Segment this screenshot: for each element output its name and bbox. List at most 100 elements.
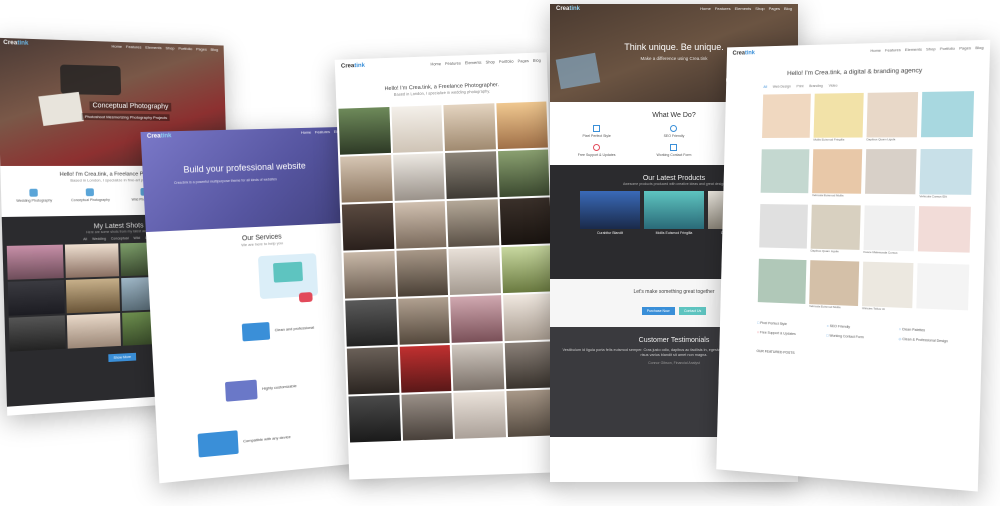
show-more-button[interactable]: Show More xyxy=(108,353,136,362)
shot-tile[interactable] xyxy=(66,313,121,349)
nav-item-elements[interactable]: Elements xyxy=(735,6,752,11)
portfolio-item[interactable] xyxy=(759,204,808,256)
contact-button[interactable]: Contact Us xyxy=(679,307,706,315)
portfolio-item[interactable]: Vehicula Euismod Mollis xyxy=(812,149,862,201)
portfolio-item[interactable] xyxy=(921,91,974,145)
portfolio-item[interactable]: Fusce Malesuada Cursus xyxy=(863,205,915,259)
portfolio-item[interactable] xyxy=(758,259,807,312)
site-logo[interactable]: Creatink xyxy=(341,63,365,70)
shot-tile[interactable] xyxy=(7,245,63,280)
nav-item-pages[interactable]: Pages xyxy=(196,46,207,51)
nav-item-home[interactable]: Home xyxy=(111,44,122,49)
nav-item-elements[interactable]: Elements xyxy=(145,45,161,50)
photo-tile[interactable] xyxy=(504,341,556,389)
nav-item-pages[interactable]: Pages xyxy=(517,58,529,63)
site-logo[interactable]: Creatink xyxy=(147,133,172,140)
portfolio-item[interactable] xyxy=(918,206,971,260)
filter-all[interactable]: All xyxy=(763,85,767,89)
portfolio-item[interactable]: Ultricies Tellus Ut xyxy=(862,262,914,316)
nav-item-pages[interactable]: Pages xyxy=(959,45,971,50)
photo-tile[interactable] xyxy=(391,105,443,153)
nav-item-blog[interactable]: Blog xyxy=(975,44,984,49)
nav-item-portfolio[interactable]: Portfolio xyxy=(499,58,514,64)
photo-tile[interactable] xyxy=(393,153,445,201)
photo-tile[interactable] xyxy=(399,345,451,393)
shot-tile[interactable] xyxy=(8,280,64,316)
nav-item-home[interactable]: Home xyxy=(430,61,441,66)
nav-item-features[interactable]: Features xyxy=(445,60,461,66)
photo-tile[interactable] xyxy=(343,251,395,299)
site-logo[interactable]: Creatink xyxy=(732,50,755,56)
photo-tile[interactable] xyxy=(452,343,504,391)
photo-tile[interactable] xyxy=(342,203,394,251)
photo-tile[interactable] xyxy=(340,155,392,203)
nav-item-home[interactable]: Home xyxy=(870,47,881,52)
nav-item-blog[interactable]: Blog xyxy=(211,47,219,52)
devices-icon xyxy=(198,430,239,457)
feature-item: ○ Free Support & Updates xyxy=(757,330,821,337)
filter-conceptual[interactable]: Conceptual xyxy=(111,236,129,240)
nav-item-elements[interactable]: Elements xyxy=(905,46,922,51)
photo-tile[interactable] xyxy=(394,201,446,249)
photo-tile[interactable] xyxy=(396,249,448,297)
product-card[interactable]: Curabitur Blandit xyxy=(580,191,640,235)
photo-tile[interactable] xyxy=(498,149,550,197)
filter-video[interactable]: Video xyxy=(829,84,838,88)
nav-item-shop[interactable]: Shop xyxy=(755,6,764,11)
photo-tile[interactable] xyxy=(401,393,453,441)
nav-item-home[interactable]: Home xyxy=(700,6,711,11)
nav-item-portfolio[interactable]: Portfolio xyxy=(940,45,955,50)
portfolio-item[interactable] xyxy=(916,263,969,318)
nav-item-blog[interactable]: Blog xyxy=(784,6,792,11)
photo-tile[interactable] xyxy=(345,299,397,347)
shot-tile[interactable] xyxy=(64,243,119,278)
filter-wild[interactable]: Wild xyxy=(133,236,140,240)
filter-web-design[interactable]: Web Design xyxy=(773,85,791,89)
photo-tile[interactable] xyxy=(445,151,497,199)
photo-tile[interactable] xyxy=(447,199,499,247)
filter-print[interactable]: Print xyxy=(796,84,803,88)
nav-item-pages[interactable]: Pages xyxy=(769,6,780,11)
nav-item-blog[interactable]: Blog xyxy=(533,57,541,62)
portfolio-item[interactable]: Dapibus Quam Ligula xyxy=(810,205,860,258)
portfolio-item[interactable]: Vehicula Euismod Mollis xyxy=(809,260,859,314)
filter-wedding[interactable]: Wedding xyxy=(92,237,106,241)
purchase-button[interactable]: Purchase Now xyxy=(642,307,675,315)
nav-item-shop[interactable]: Shop xyxy=(485,59,495,64)
shot-tile[interactable] xyxy=(9,315,65,351)
nav-item-shop[interactable]: Shop xyxy=(165,45,174,50)
nav-item-features[interactable]: Features xyxy=(885,47,901,52)
product-card[interactable]: Mollis Euismod Fringilla xyxy=(644,191,704,235)
nav-item-portfolio[interactable]: Portfolio xyxy=(178,46,192,51)
portfolio-item[interactable]: Dapibus Quam Ligula xyxy=(866,92,918,145)
photo-tile[interactable] xyxy=(338,107,390,155)
photo-tile[interactable] xyxy=(398,297,450,345)
photo-tile[interactable] xyxy=(501,245,553,293)
filter-all[interactable]: All xyxy=(83,237,87,241)
photo-tile[interactable] xyxy=(347,347,399,395)
portfolio-item[interactable]: Vehicula Cursus Elit xyxy=(919,149,972,203)
shot-tile[interactable] xyxy=(65,278,120,313)
portfolio-item[interactable] xyxy=(865,149,917,202)
site-logo[interactable]: Creatink xyxy=(3,39,28,46)
site-logo[interactable]: Creatink xyxy=(556,6,580,12)
photo-tile[interactable] xyxy=(348,395,400,443)
portfolio-item[interactable]: Mollis Euismod Fringilla xyxy=(813,93,863,146)
photo-tile[interactable] xyxy=(443,103,495,151)
nav-item-features[interactable]: Features xyxy=(315,129,330,134)
nav-item-home[interactable]: Home xyxy=(301,130,311,135)
portfolio-item[interactable] xyxy=(760,149,809,201)
photo-tile[interactable] xyxy=(499,197,551,245)
photo-tile[interactable] xyxy=(503,293,555,341)
rings-icon xyxy=(30,189,39,197)
photo-tile[interactable] xyxy=(496,101,548,149)
nav-item-shop[interactable]: Shop xyxy=(926,46,936,51)
filter-branding[interactable]: Branding xyxy=(809,84,823,88)
photo-tile[interactable] xyxy=(448,247,500,295)
portfolio-item[interactable] xyxy=(762,94,811,146)
nav-item-elements[interactable]: Elements xyxy=(465,59,482,65)
photo-tile[interactable] xyxy=(453,391,505,439)
nav-item-features[interactable]: Features xyxy=(715,6,731,11)
nav-item-features[interactable]: Features xyxy=(126,44,142,49)
photo-tile[interactable] xyxy=(450,295,502,343)
